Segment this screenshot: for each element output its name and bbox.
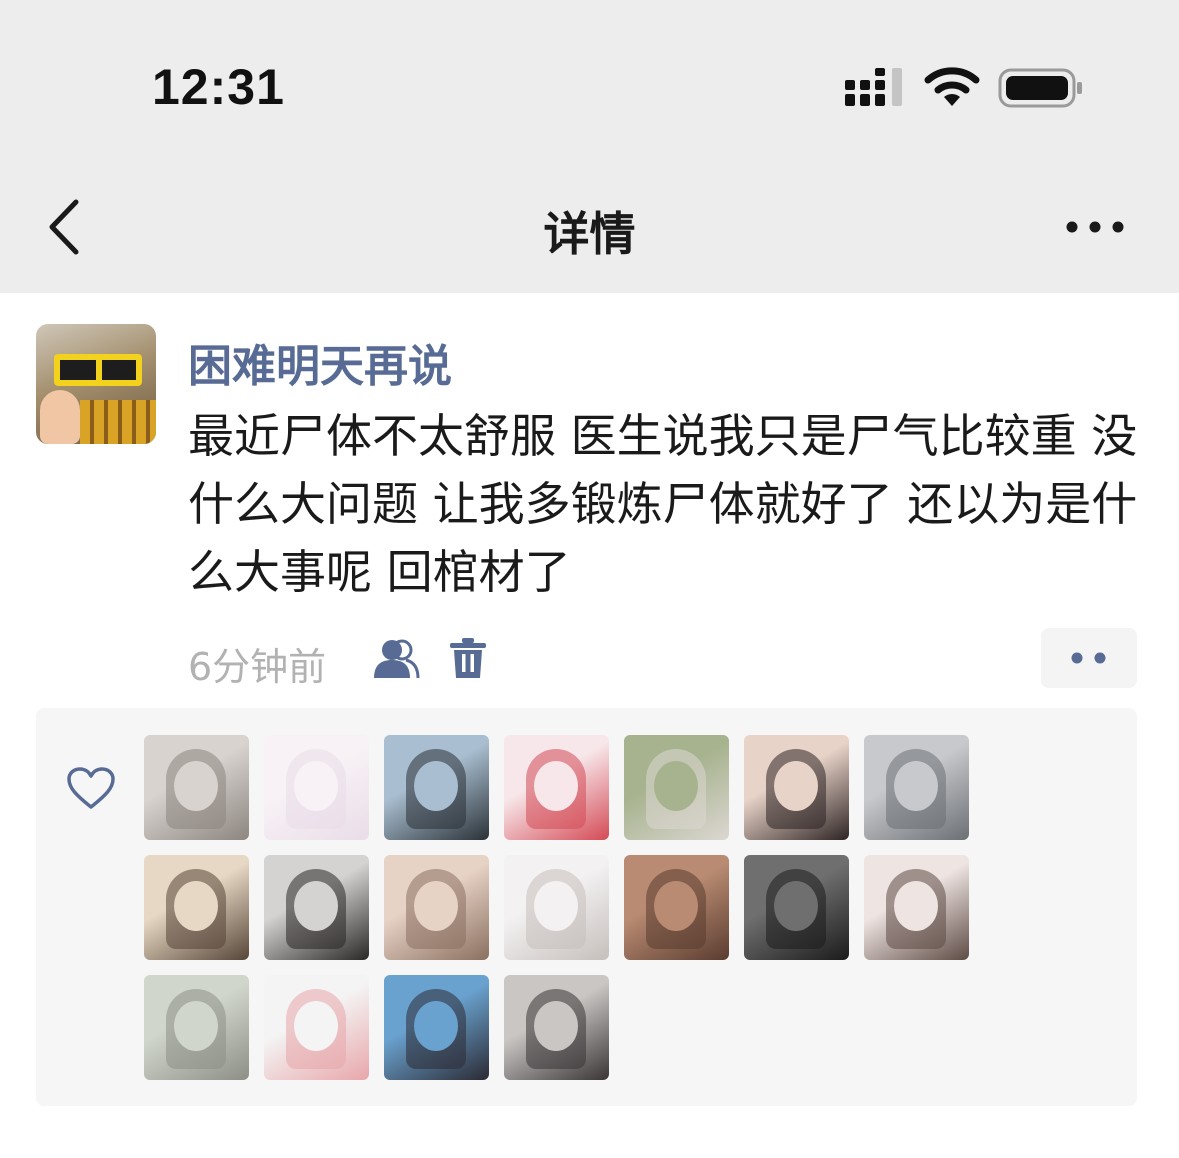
liker-avatar[interactable] [384, 975, 489, 1080]
avatar-face [534, 761, 578, 811]
avatar-face [414, 761, 458, 811]
avatar-face [174, 761, 218, 811]
liker-avatar[interactable] [264, 855, 369, 960]
avatar-face [654, 761, 698, 811]
liker-avatar[interactable] [744, 735, 849, 840]
avatar-face [294, 1001, 338, 1051]
poster-username[interactable]: 困难明天再说 [188, 330, 452, 394]
poster-avatar[interactable] [36, 324, 156, 444]
liker-avatar[interactable] [264, 735, 369, 840]
liker-avatar[interactable] [144, 855, 249, 960]
liker-avatar[interactable] [624, 855, 729, 960]
avatar-shirt [80, 400, 156, 444]
avatar-face [894, 881, 938, 931]
avatar-face [534, 1001, 578, 1051]
post-text: 最近尸体不太舒服 医生说我只是尸气比较重 没什么大问题 让我多锻炼尸体就好了 还… [188, 409, 1138, 599]
avatar-face [774, 881, 818, 931]
page-title: 详情 [543, 207, 636, 261]
liker-avatar-grid [144, 735, 969, 1080]
more-options-button[interactable] [1062, 212, 1134, 242]
battery-icon [998, 68, 1082, 108]
heart-outline-icon [67, 767, 115, 809]
liker-avatar[interactable] [864, 855, 969, 960]
liker-avatar[interactable] [504, 975, 609, 1080]
liker-avatar[interactable] [624, 735, 729, 840]
avatar-face [174, 881, 218, 931]
post-time: 6分钟前 [188, 645, 327, 689]
liker-avatar[interactable] [864, 735, 969, 840]
visibility-icon[interactable] [372, 638, 420, 680]
avatar-face [414, 1001, 458, 1051]
liker-avatar[interactable] [504, 735, 609, 840]
two-dots-icon [1071, 652, 1106, 664]
liker-avatar[interactable] [144, 735, 249, 840]
avatar-face [294, 881, 338, 931]
avatar-face [294, 761, 338, 811]
avatar-face [774, 761, 818, 811]
cellular-signal-icon [845, 68, 902, 106]
avatar-face [174, 1001, 218, 1051]
avatar-hand [40, 390, 80, 444]
liker-avatar[interactable] [264, 975, 369, 1080]
status-time: 12:31 [152, 59, 285, 115]
avatar-face [414, 881, 458, 931]
liker-avatar[interactable] [744, 855, 849, 960]
liker-avatar[interactable] [504, 855, 609, 960]
wifi-icon [924, 67, 980, 106]
avatar-face [654, 881, 698, 931]
trash-icon[interactable] [448, 636, 488, 680]
avatar-face [894, 761, 938, 811]
liker-avatar[interactable] [144, 975, 249, 1080]
avatar-glasses [54, 354, 142, 386]
avatar-face [534, 881, 578, 931]
liker-avatar[interactable] [384, 855, 489, 960]
comment-like-menu-button[interactable] [1041, 628, 1137, 688]
liker-avatar[interactable] [384, 735, 489, 840]
